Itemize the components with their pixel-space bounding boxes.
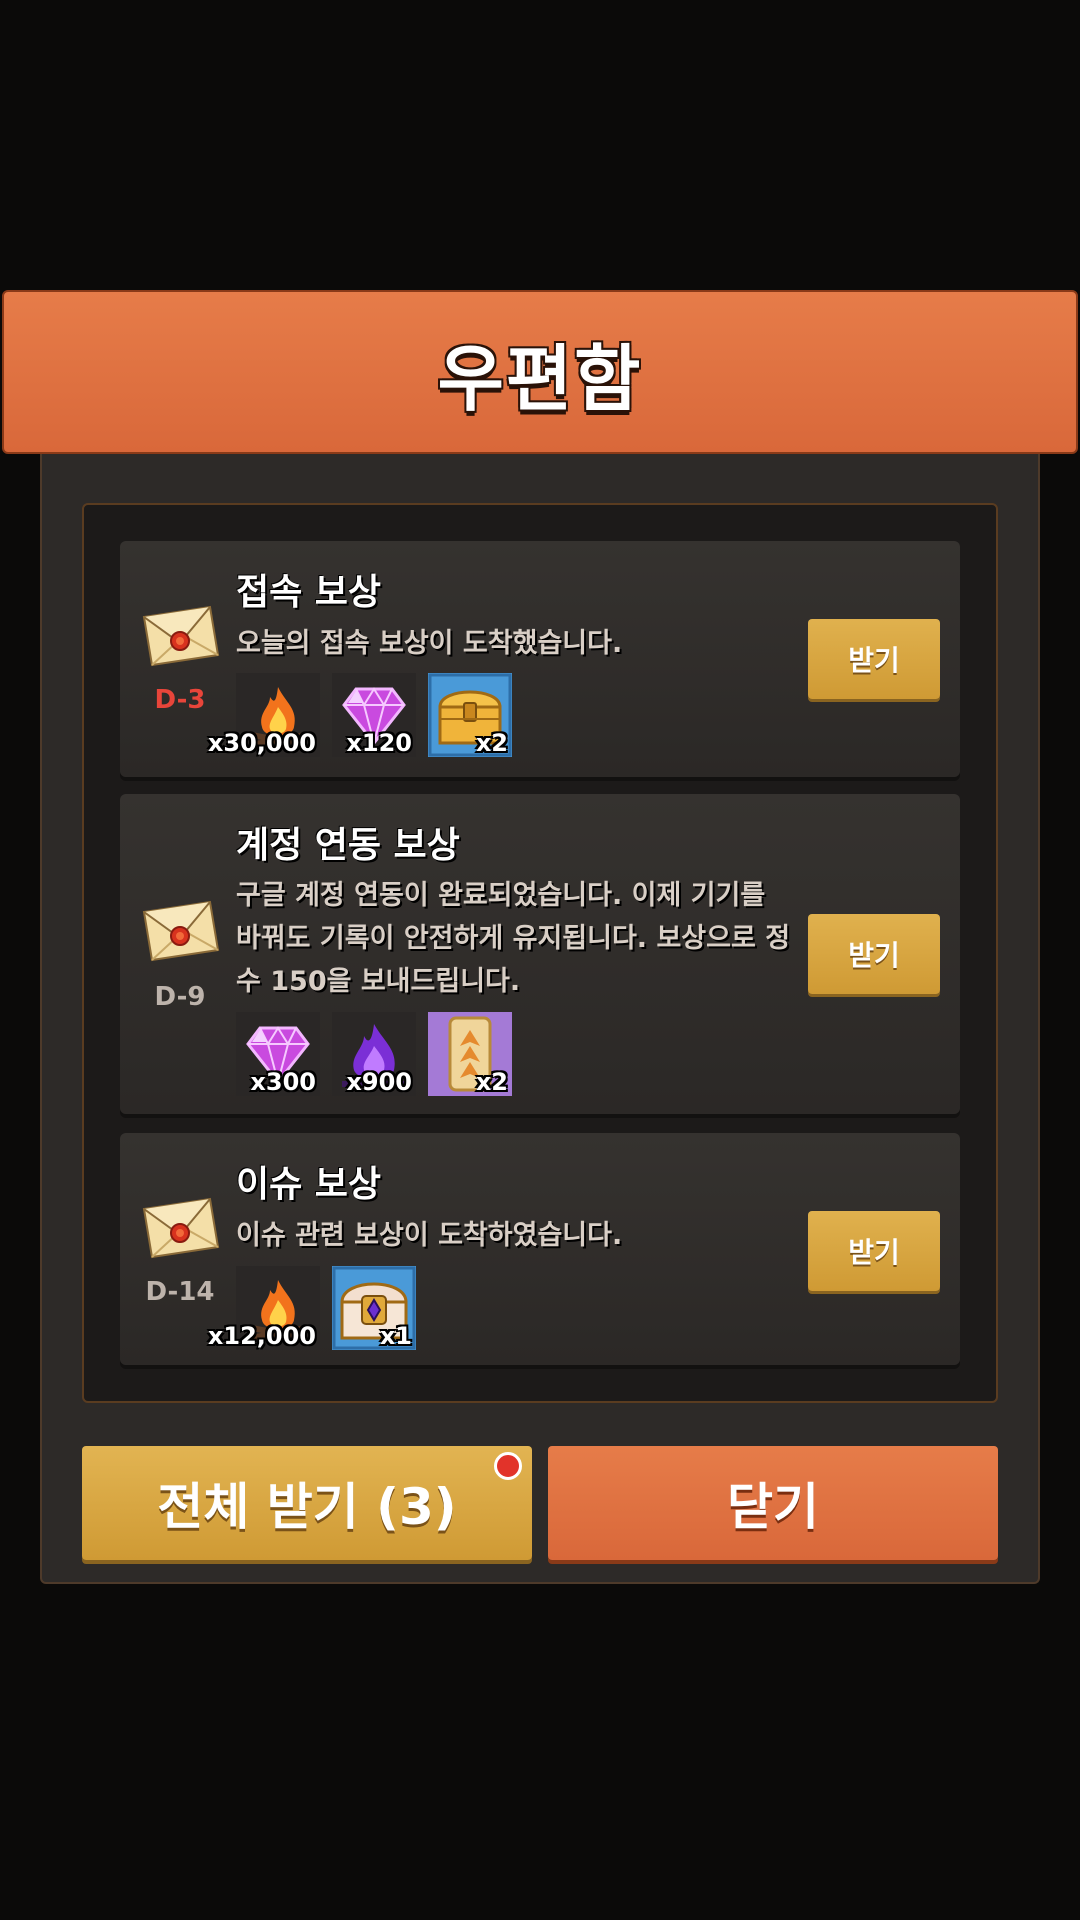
reward-item[interactable]: x2 xyxy=(428,1012,512,1096)
mail-dday: D-9 xyxy=(154,982,206,1012)
reward-list: x300 x900 x2 xyxy=(236,1012,512,1096)
page-title: 우편함 xyxy=(437,336,643,421)
claim-button[interactable]: 받기 xyxy=(808,619,940,699)
reward-list: x12,000 x1 xyxy=(208,1266,416,1350)
mail-description: 오늘의 접속 보상이 도착했습니다. xyxy=(236,628,623,659)
mailbox-header: 우편함 xyxy=(2,290,1078,454)
mail-dday: D-14 xyxy=(145,1277,215,1307)
reward-count: x2 xyxy=(475,1068,508,1096)
mail-description: 구글 계정 연동이 완료되었습니다. 이제 기기를 바꿔도 기록이 안전하게 유… xyxy=(236,880,791,997)
reward-item[interactable]: x900 xyxy=(332,1012,416,1096)
mail-dday: D-3 xyxy=(154,685,206,715)
mail-title: 이슈 보상 xyxy=(236,1164,382,1205)
mail-title: 계정 연동 보상 xyxy=(236,825,460,866)
reward-item[interactable]: x1 xyxy=(332,1266,416,1350)
envelope-icon xyxy=(140,1195,220,1261)
claim-button[interactable]: 받기 xyxy=(808,1211,940,1291)
reward-count: x12,000 xyxy=(207,1322,316,1350)
reward-count: x300 xyxy=(250,1068,316,1096)
claim-button[interactable]: 받기 xyxy=(808,914,940,994)
reward-item[interactable]: x120 xyxy=(332,673,416,757)
claim-all-button[interactable]: 전체 받기 (3) xyxy=(82,1446,532,1560)
envelope-icon xyxy=(140,898,220,964)
mail-item: D-3 접속 보상 오늘의 접속 보상이 도착했습니다. x30,000 x12… xyxy=(120,541,960,777)
reward-item[interactable]: x30,000 xyxy=(208,673,320,757)
notification-dot xyxy=(494,1452,522,1480)
mail-item: D-14 이슈 보상 이슈 관련 보상이 도착하였습니다. x12,000 x1… xyxy=(120,1133,960,1365)
reward-item[interactable]: x12,000 xyxy=(208,1266,320,1350)
reward-count: x900 xyxy=(346,1068,412,1096)
envelope-icon xyxy=(140,603,220,669)
close-button[interactable]: 닫기 xyxy=(548,1446,998,1560)
mail-description: 이슈 관련 보상이 도착하였습니다. xyxy=(236,1220,623,1251)
reward-count: x30,000 xyxy=(207,729,316,757)
reward-item[interactable]: x2 xyxy=(428,673,512,757)
mail-item: D-9 계정 연동 보상 구글 계정 연동이 완료되었습니다. 이제 기기를 바… xyxy=(120,794,960,1114)
reward-count: x2 xyxy=(475,729,508,757)
reward-item[interactable]: x300 xyxy=(236,1012,320,1096)
reward-list: x30,000 x120 x2 xyxy=(208,673,512,757)
mail-title: 접속 보상 xyxy=(236,572,382,613)
reward-count: x1 xyxy=(379,1322,412,1350)
reward-count: x120 xyxy=(346,729,412,757)
